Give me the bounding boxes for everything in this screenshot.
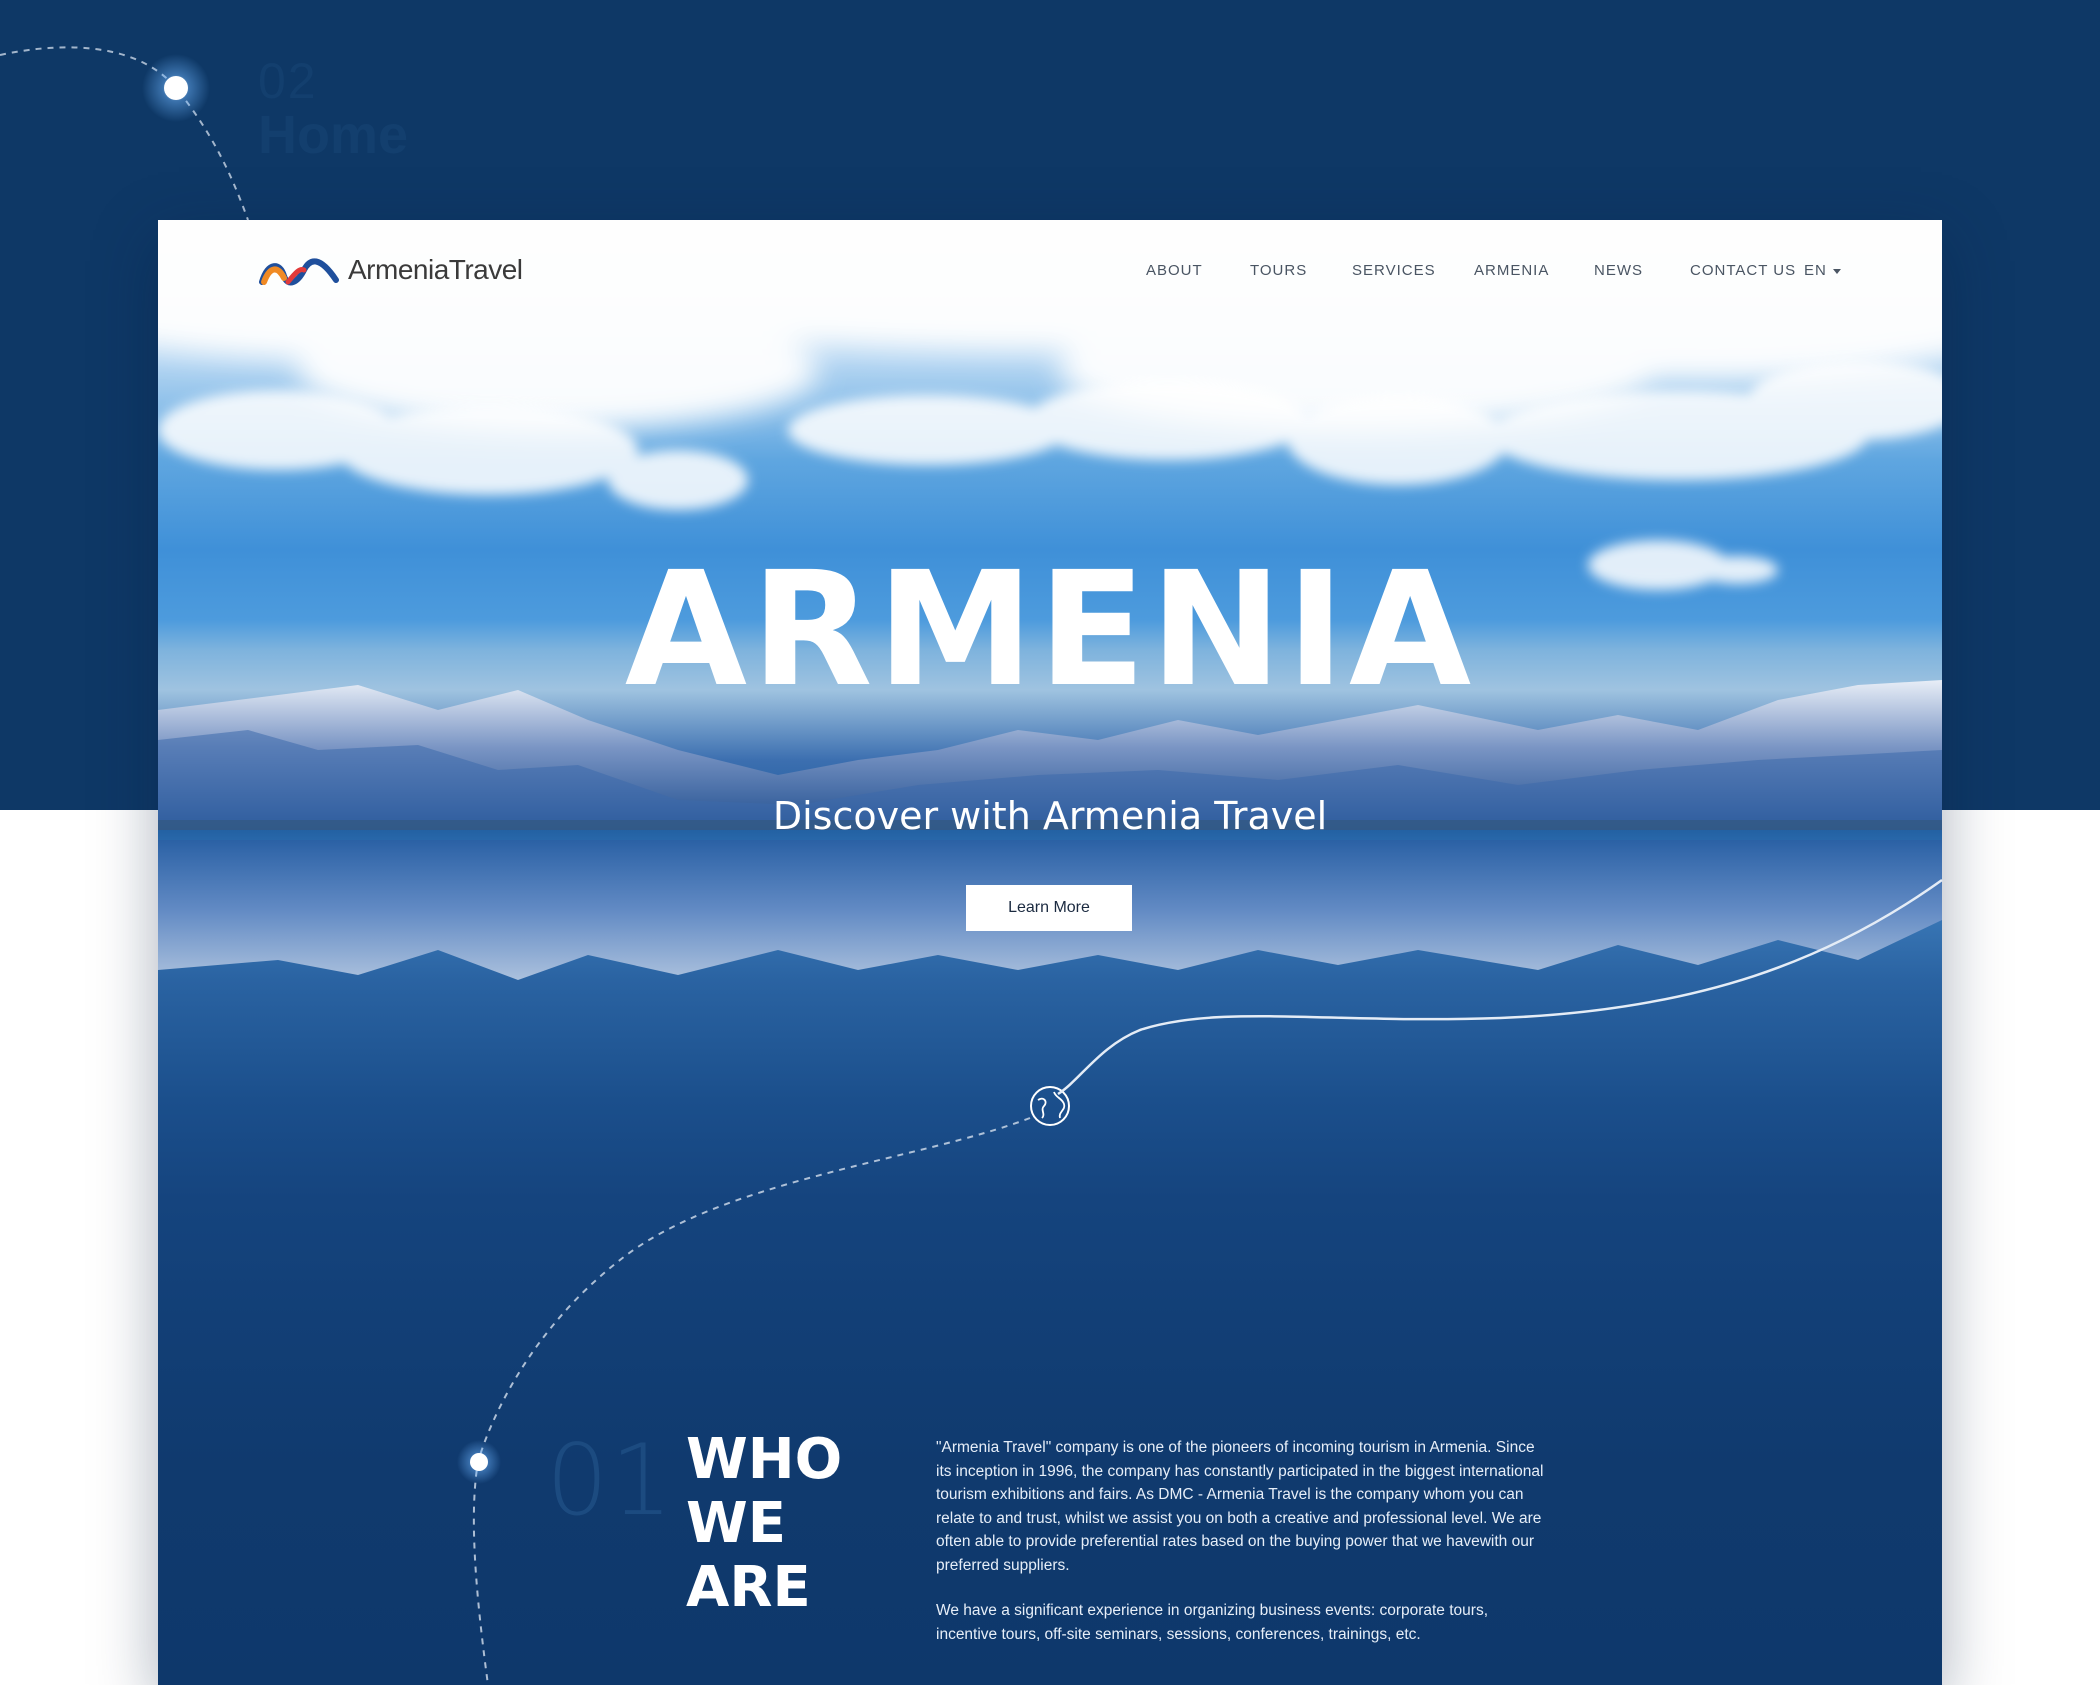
- learn-more-button[interactable]: Learn More: [966, 885, 1132, 931]
- nav-services[interactable]: SERVICES: [1352, 262, 1436, 279]
- globe-icon: [1030, 1086, 1070, 1126]
- section-title-line: WE: [686, 1491, 787, 1556]
- nav-contact-us[interactable]: CONTACT US: [1690, 262, 1796, 279]
- about-paragraph: "Armenia Travel" company is one of the p…: [936, 1439, 1544, 1574]
- language-label: EN: [1804, 262, 1827, 279]
- nav-news[interactable]: NEWS: [1594, 262, 1643, 279]
- section-title: WHO WE ARE: [686, 1428, 886, 1620]
- nav-armenia[interactable]: ARMENIA: [1474, 262, 1549, 279]
- hero-subtitle: Discover with Armenia Travel: [772, 794, 1328, 838]
- site-navbar: ArmeniaTravel ABOUT TOURS SERVICES ARMEN…: [158, 220, 1942, 320]
- section-title-line: WHO: [686, 1427, 843, 1492]
- language-selector[interactable]: EN: [1804, 262, 1841, 279]
- section-number: 01: [546, 1424, 675, 1538]
- nav-about[interactable]: ABOUT: [1146, 262, 1203, 279]
- logo-text[interactable]: ArmeniaTravel: [348, 254, 523, 286]
- chevron-down-icon: [1832, 268, 1841, 274]
- page-label: Home: [258, 105, 409, 165]
- website-mockup: ArmeniaTravel ABOUT TOURS SERVICES ARMEN…: [158, 220, 1942, 1685]
- about-text: "Armenia Travel" company is one of the p…: [936, 1436, 1546, 1646]
- hero-title: ARMENIA: [624, 538, 1476, 722]
- logo-mark-icon: [259, 258, 339, 286]
- page-number: 02: [258, 53, 318, 109]
- about-paragraph: We have a significant experience in orga…: [936, 1602, 1488, 1643]
- nav-tours[interactable]: TOURS: [1250, 262, 1307, 279]
- section-title-line: ARE: [686, 1555, 811, 1620]
